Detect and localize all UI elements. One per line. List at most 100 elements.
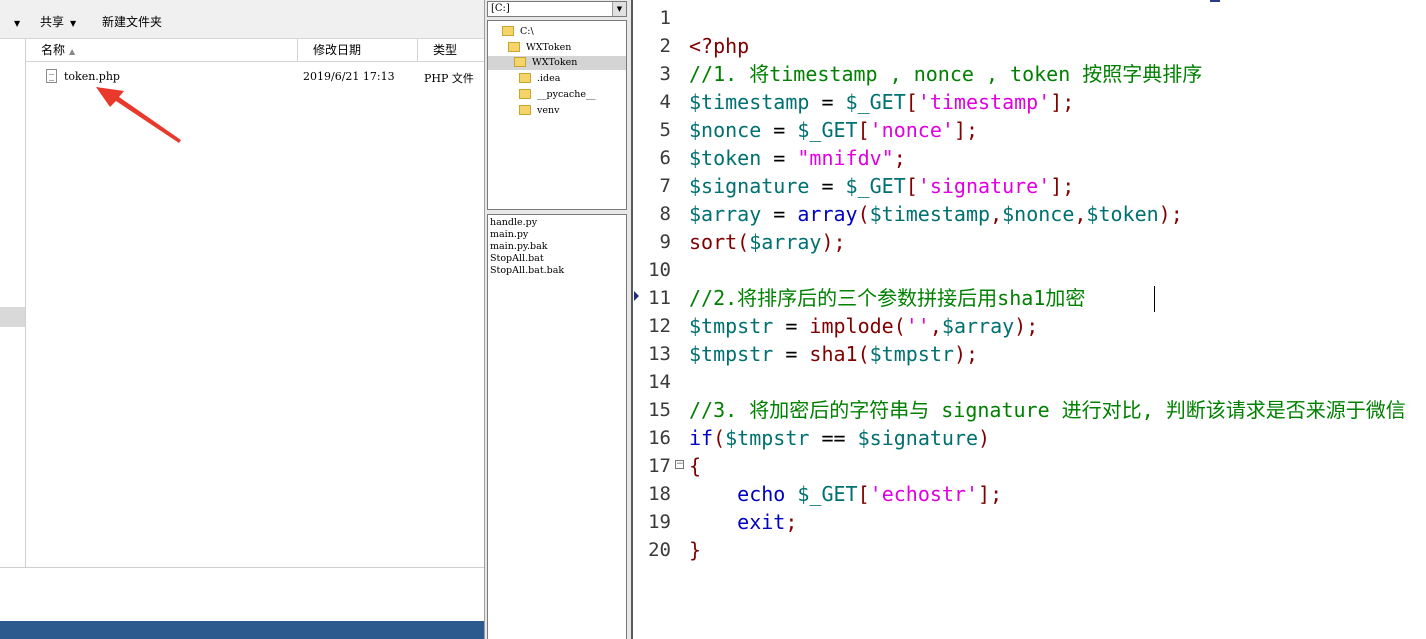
list-item[interactable]: main.py bbox=[488, 229, 626, 241]
code-token: ); bbox=[821, 230, 846, 254]
code-token: $_GET bbox=[845, 90, 906, 114]
code-editor[interactable]: − 1 2 3 4 5 6 7 8 9 10 11 12 13 14 15 16 17 18 19 20 <?php /… bbox=[631, 0, 1426, 639]
organize-dropdown[interactable]: ▼ bbox=[8, 14, 20, 32]
code-line[interactable]: { bbox=[689, 452, 701, 480]
code-line[interactable]: //2.将排序后的三个参数拼接后用sha1加密 bbox=[689, 284, 1085, 312]
directory-panel: [C:] ▼ C:\ WXToken WXToken .idea __pycac… bbox=[485, 0, 631, 639]
code-token: $signature bbox=[857, 426, 979, 450]
line-number: 11 bbox=[648, 287, 671, 309]
code-line[interactable]: $token = "mnifdv"; bbox=[689, 144, 906, 172]
line-number: 6 bbox=[659, 147, 671, 169]
code-token: = bbox=[809, 174, 846, 198]
code-line[interactable]: <?php bbox=[689, 32, 749, 60]
dir-item-venv[interactable]: venv bbox=[519, 104, 559, 118]
code-token: = bbox=[773, 314, 810, 338]
code-line[interactable]: //1. 将timestamp , nonce , token 按照字典排序 bbox=[689, 60, 1202, 88]
list-item[interactable]: StopAll.bat.bak bbox=[488, 265, 626, 277]
code-line[interactable]: $tmpstr = implode('',$array); bbox=[689, 312, 1038, 340]
code-token: $signature bbox=[689, 174, 810, 198]
line-number: 16 bbox=[648, 427, 671, 449]
list-item[interactable]: main.py.bak bbox=[488, 241, 626, 253]
code-token: $nonce bbox=[1002, 202, 1075, 226]
code-line[interactable]: if($tmpstr == $signature) bbox=[689, 424, 990, 452]
column-header: 名称 ▲ 修改日期 类型 bbox=[26, 39, 484, 62]
code-token: $tmpstr bbox=[689, 342, 774, 366]
list-item[interactable]: handle.py bbox=[488, 217, 626, 229]
code-token: , bbox=[929, 314, 942, 338]
dir-item-idea[interactable]: .idea bbox=[519, 72, 560, 86]
file-explorer: ▼ 共享 ▼ 新建文件夹 名称 ▲ 修改日期 类型 token.php 2019/6… bbox=[0, 0, 485, 639]
dir-item-label: .idea bbox=[537, 73, 561, 84]
code-token: = bbox=[761, 202, 798, 226]
folder-open-icon bbox=[514, 56, 526, 67]
code-token: $array bbox=[689, 202, 762, 226]
code-token: == bbox=[809, 426, 858, 450]
column-header-name[interactable]: 名称 ▲ bbox=[26, 39, 298, 61]
code-token: ; bbox=[785, 510, 798, 534]
code-token: //1. 将timestamp , nonce , token 按照字典排序 bbox=[689, 62, 1203, 86]
code-line[interactable]: echo $_GET['echostr']; bbox=[689, 480, 1002, 508]
code-line[interactable]: $signature = $_GET['signature']; bbox=[689, 172, 1074, 200]
column-header-type[interactable]: 类型 bbox=[418, 39, 493, 61]
navigation-pane[interactable] bbox=[0, 39, 26, 567]
code-token: $token bbox=[689, 146, 762, 170]
text-cursor bbox=[1154, 286, 1155, 312]
code-token: $timestamp bbox=[689, 90, 810, 114]
column-header-date[interactable]: 修改日期 bbox=[298, 39, 418, 61]
code-token: { bbox=[689, 454, 702, 478]
folder-icon bbox=[519, 104, 531, 115]
code-line[interactable]: $nonce = $_GET['nonce']; bbox=[689, 116, 978, 144]
code-token: $array bbox=[749, 230, 822, 254]
code-token: <?php bbox=[689, 34, 750, 58]
details-pane bbox=[0, 567, 484, 622]
code-line[interactable]: $timestamp = $_GET['timestamp']; bbox=[689, 88, 1074, 116]
code-line[interactable]: $tmpstr = sha1($tmpstr); bbox=[689, 340, 978, 368]
dir-item-c-root[interactable]: C:\ bbox=[502, 25, 534, 39]
code-area[interactable]: <?php //1. 将timestamp , nonce , token 按照字… bbox=[689, 0, 1426, 639]
code-line[interactable]: //3. 将加密后的字符串与 signature 进行对比, 判断该请求是否来源… bbox=[689, 396, 1406, 424]
code-token: } bbox=[689, 538, 702, 562]
code-token: '' bbox=[905, 314, 930, 338]
dir-item-pycache[interactable]: __pycache__ bbox=[519, 88, 596, 102]
code-token: exit bbox=[737, 510, 786, 534]
nav-selected-item[interactable] bbox=[0, 307, 25, 327]
list-item[interactable]: StopAll.bat bbox=[488, 253, 626, 265]
folder-open-icon bbox=[508, 41, 520, 52]
line-number: 18 bbox=[648, 483, 671, 505]
directory-tree: C:\ WXToken WXToken .idea __pycache__ ve… bbox=[487, 20, 627, 210]
code-token: //2.将排序后的三个参数拼接后用sha1加密 bbox=[689, 286, 1086, 310]
code-token: ( bbox=[893, 314, 906, 338]
line-number: 9 bbox=[659, 231, 671, 253]
folder-icon bbox=[519, 72, 531, 83]
code-token: [ bbox=[905, 174, 918, 198]
code-token: = bbox=[809, 90, 846, 114]
share-button[interactable]: 共享 ▼ bbox=[40, 14, 76, 32]
code-line[interactable]: exit; bbox=[689, 508, 797, 536]
code-token: if bbox=[689, 426, 714, 450]
fold-toggle-icon[interactable]: − bbox=[675, 460, 684, 469]
new-folder-button[interactable]: 新建文件夹 bbox=[102, 14, 162, 30]
code-token: "mnifdv" bbox=[797, 146, 894, 170]
code-token: $timestamp bbox=[869, 202, 991, 226]
code-token: ( bbox=[713, 426, 726, 450]
column-date-label: 修改日期 bbox=[313, 43, 362, 57]
code-token: , bbox=[990, 202, 1003, 226]
code-line[interactable]: sort($array); bbox=[689, 228, 846, 256]
code-line[interactable]: } bbox=[689, 536, 701, 564]
chevron-down-icon[interactable]: ▼ bbox=[612, 2, 626, 16]
code-token: , bbox=[1074, 202, 1087, 226]
dir-item-wxtoken-selected[interactable]: WXToken bbox=[488, 56, 626, 70]
code-token: sha1 bbox=[809, 342, 858, 366]
sort-ascending-icon: ▲ bbox=[69, 47, 76, 56]
code-token: 'timestamp' bbox=[917, 90, 1051, 114]
code-line[interactable]: $array = array($timestamp,$nonce,$token)… bbox=[689, 200, 1183, 228]
dir-item-wxtoken[interactable]: WXToken bbox=[508, 41, 571, 55]
code-token: [ bbox=[857, 482, 870, 506]
code-token: = bbox=[761, 146, 798, 170]
dir-item-label: WXToken bbox=[532, 57, 578, 68]
dir-item-label: C:\ bbox=[520, 26, 534, 37]
code-token: [ bbox=[857, 118, 870, 142]
code-token: echo bbox=[737, 482, 786, 506]
drive-select[interactable]: [C:] ▼ bbox=[487, 1, 627, 17]
